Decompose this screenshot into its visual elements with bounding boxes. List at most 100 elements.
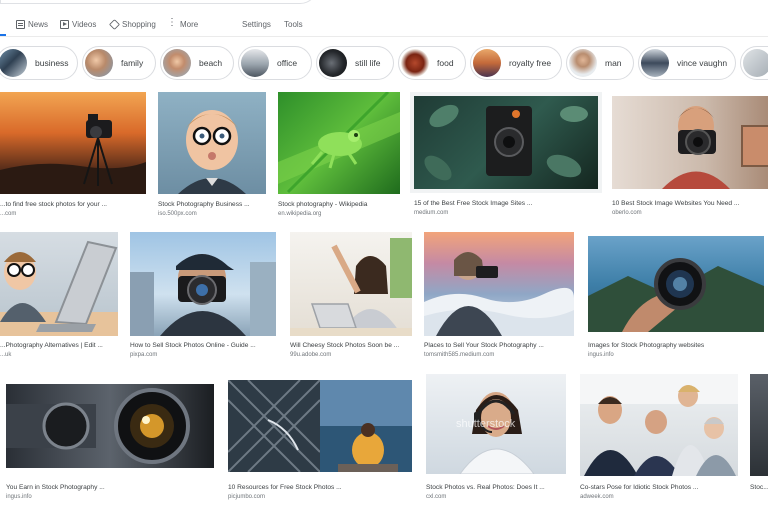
result-title[interactable]: Images for Stock Photography websites [588, 342, 764, 349]
result-title[interactable]: Co-stars Pose for Idiotic Stock Photos .… [580, 484, 738, 491]
result-thumbnail[interactable] [414, 96, 598, 189]
result-title[interactable]: 10 Resources for Free Stock Photos ... [228, 484, 412, 491]
result-thumbnail[interactable] [0, 232, 118, 336]
chip-royalty-free[interactable]: royalty free [470, 46, 562, 80]
image-result[interactable]: ...to find free stock photos for your ..… [0, 92, 146, 220]
result-title[interactable]: ...Photography Alternatives | Edit ... [0, 342, 118, 349]
result-thumbnail[interactable]: shutterstock [426, 374, 566, 474]
result-source: adweek.com [580, 494, 614, 500]
result-source: ingus.info [588, 352, 614, 358]
result-source: pixpa.com [130, 352, 158, 358]
chip-thumbnail [0, 49, 27, 77]
tripod-camera-image [0, 114, 146, 194]
result-title[interactable]: 15 of the Best Free Stock Image Sites ..… [414, 200, 598, 207]
tab-more[interactable]: More [167, 12, 198, 36]
image-result-selected[interactable]: 15 of the Best Free Stock Image Sites ..… [414, 96, 600, 220]
result-thumbnail[interactable] [6, 384, 214, 468]
result-title[interactable]: You Earn in Stock Photography ... [6, 484, 214, 491]
result-title[interactable]: Will Cheesy Stock Photos Soon be ... [290, 342, 412, 349]
image-result[interactable]: 10 Best Stock Image Websites You Need ..… [612, 96, 768, 220]
green-frog-image [278, 92, 400, 194]
tab-shopping[interactable]: Shopping [109, 12, 156, 36]
woman-laptop-cheering-image [290, 238, 412, 336]
chip-family[interactable]: family [82, 46, 156, 80]
chip-still-life[interactable]: still life [316, 46, 394, 80]
image-result[interactable]: How to Sell Stock Photos Online - Guide … [130, 232, 278, 362]
chip-next[interactable] [740, 46, 768, 80]
chip-office[interactable]: office [238, 46, 312, 80]
result-source: ...com [0, 211, 17, 217]
chip-thumbnail [241, 49, 269, 77]
chip-label: still life [355, 58, 381, 68]
result-title[interactable]: How to Sell Stock Photos Online - Guide … [130, 342, 276, 349]
chip-business[interactable]: business [0, 46, 78, 80]
result-thumbnail[interactable] [228, 380, 412, 472]
chip-label: man [605, 58, 622, 68]
search-box-edge[interactable] [0, 0, 318, 4]
image-result[interactable]: You Earn in Stock Photography ... ingus.… [6, 384, 216, 508]
result-source: 99u.adobe.com [290, 352, 332, 358]
chip-food[interactable]: food [398, 46, 466, 80]
chip-beach[interactable]: beach [160, 46, 234, 80]
image-result[interactable]: ...Photography Alternatives | Edit ... .… [0, 232, 118, 362]
chip-thumbnail [401, 49, 429, 77]
more-vert-icon [167, 17, 177, 29]
result-title[interactable]: 10 Best Stock Image Websites You Need ..… [612, 200, 768, 207]
result-source: tomsmith585.medium.com [424, 352, 495, 358]
chip-label: family [121, 58, 144, 68]
result-thumbnail[interactable] [588, 236, 764, 332]
chip-thumbnail [319, 49, 347, 77]
result-thumbnail[interactable] [750, 374, 768, 476]
chip-label: food [437, 58, 454, 68]
result-thumbnail[interactable] [278, 92, 400, 194]
tab-news[interactable]: News [16, 12, 48, 36]
result-thumbnail[interactable] [580, 374, 738, 476]
result-title[interactable]: Stock Photos vs. Real Photos: Does It ..… [426, 484, 566, 491]
image-result[interactable]: shutterstock Stock Photos vs. Real Photo… [426, 374, 568, 508]
result-title[interactable]: Stock photography - Wikipedia [278, 201, 400, 208]
image-result[interactable]: Stock photography - Wikipedia en.wikiped… [278, 92, 402, 220]
business-team-image [580, 374, 738, 476]
tab-videos[interactable]: Videos [60, 12, 96, 36]
result-title[interactable]: Stock Photography Business ... [158, 201, 266, 208]
result-source: ...uk [0, 352, 12, 358]
image-result-partial[interactable]: Stoc... [750, 374, 768, 508]
boy-glasses-image [178, 110, 246, 194]
image-result[interactable]: Co-stars Pose for Idiotic Stock Photos .… [580, 374, 740, 508]
image-result[interactable]: Images for Stock Photography websites in… [588, 236, 768, 362]
result-title[interactable]: ...to find free stock photos for your ..… [0, 201, 146, 208]
result-thumbnail[interactable] [424, 232, 574, 336]
result-source: cxl.com [426, 494, 447, 500]
chip-man[interactable]: man [566, 46, 634, 80]
settings-link[interactable]: Settings [242, 12, 271, 36]
chip-vince-vaughn[interactable]: vince vaughn [638, 46, 736, 80]
result-title[interactable]: Stoc... [750, 484, 768, 491]
result-source: picjumbo.com [228, 494, 266, 500]
result-thumbnail[interactable] [0, 92, 146, 194]
chip-thumbnail [743, 49, 768, 77]
man-with-camera-image [662, 106, 768, 189]
result-thumbnail[interactable] [130, 232, 276, 336]
related-chips-row: business family beach office still life … [0, 46, 768, 80]
tools-link[interactable]: Tools [284, 12, 303, 36]
shopping-icon [109, 18, 120, 30]
image-result[interactable]: Places to Sell Your Stock Photography ..… [424, 232, 576, 362]
fence-and-sea-collage-image [228, 380, 412, 472]
chip-thumbnail [569, 49, 597, 77]
result-thumbnail[interactable] [612, 96, 768, 189]
result-source: oberlo.com [612, 210, 642, 216]
result-source: en.wikipedia.org [278, 211, 322, 217]
photographer-above-clouds-image [424, 252, 574, 336]
result-thumbnail[interactable] [290, 232, 412, 336]
image-result[interactable]: 10 Resources for Free Stock Photos ... p… [228, 380, 414, 508]
news-icon [16, 19, 25, 29]
image-result[interactable]: Will Cheesy Stock Photos Soon be ... 99u… [290, 232, 414, 362]
search-tabs-bar: News Videos Shopping More Settings Tools [0, 12, 768, 37]
image-result[interactable]: Stock Photography Business ... iso.500px… [158, 92, 268, 220]
result-thumbnail[interactable] [158, 92, 266, 194]
result-title[interactable]: Places to Sell Your Stock Photography ..… [424, 342, 574, 349]
nav-divider [0, 36, 768, 37]
chip-label: vince vaughn [677, 58, 728, 68]
vintage-camera-leaves-image [424, 104, 588, 181]
result-source: medium.com [414, 210, 449, 216]
